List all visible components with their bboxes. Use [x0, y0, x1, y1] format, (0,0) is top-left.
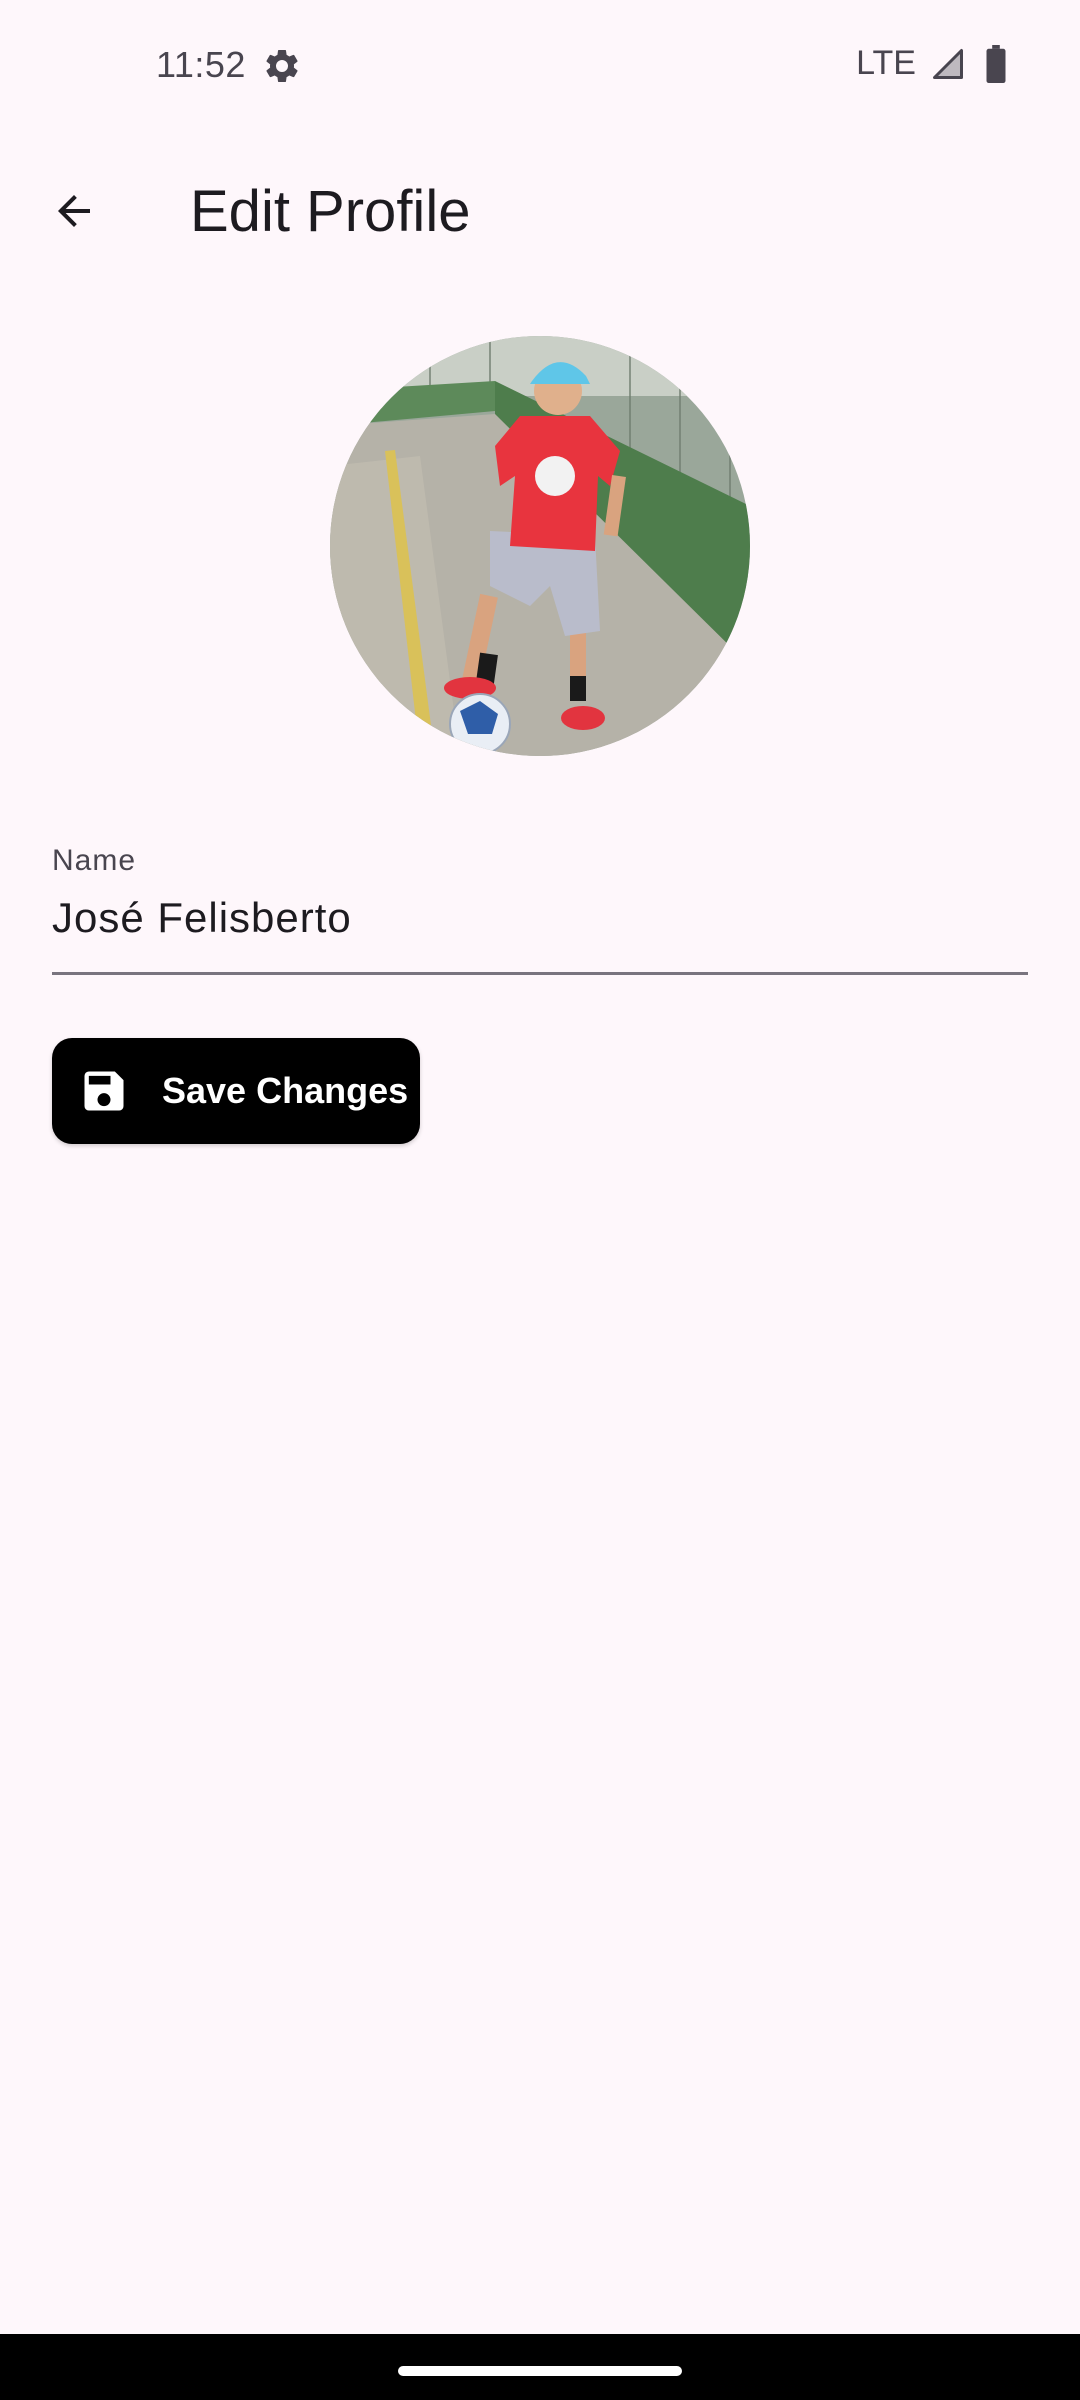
battery-icon — [984, 44, 1008, 83]
profile-photo[interactable] — [330, 336, 750, 756]
gesture-nav-bar — [0, 2334, 1080, 2400]
name-input[interactable] — [52, 886, 1028, 950]
save-changes-button[interactable]: Save Changes — [52, 1038, 420, 1144]
name-field[interactable]: Name — [52, 836, 1028, 976]
cell-signal-icon — [930, 46, 966, 82]
floppy-disk-icon — [84, 1071, 124, 1111]
home-gesture-handle[interactable] — [398, 2366, 682, 2376]
top-app-bar: Edit Profile — [0, 136, 1080, 286]
profile-photo-image — [330, 336, 750, 756]
page-title: Edit Profile — [190, 179, 471, 244]
network-type: LTE — [856, 44, 916, 82]
status-bar: 11:52 LTE — [0, 0, 1080, 136]
back-button[interactable] — [32, 169, 116, 253]
status-time: 11:52 — [156, 44, 246, 85]
name-field-underline — [52, 972, 1028, 975]
name-field-label: Name — [52, 844, 137, 877]
save-changes-label: Save Changes — [162, 1070, 409, 1111]
settings-gear-icon — [262, 46, 302, 86]
status-indicators: LTE — [856, 44, 1008, 83]
arrow-back-icon — [58, 195, 90, 227]
